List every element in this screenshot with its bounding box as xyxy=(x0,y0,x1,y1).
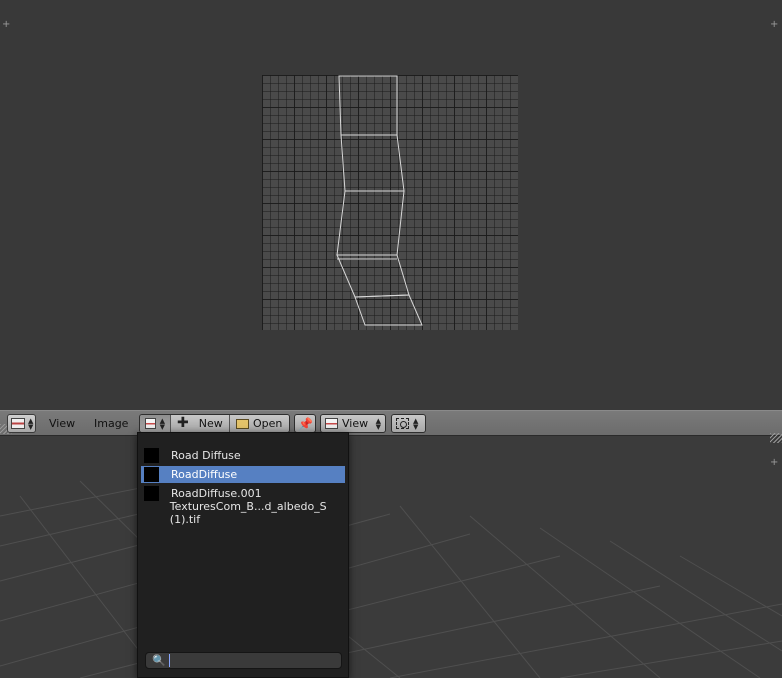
open-image-label: Open xyxy=(253,417,283,430)
viewport-floor-grid xyxy=(0,475,782,678)
pin-icon: 📌 xyxy=(298,416,313,431)
pivot-icon xyxy=(396,418,409,429)
chevron-updown-icon: ▲ ▼ xyxy=(159,416,165,431)
text-cursor xyxy=(168,654,170,667)
image-thumbnail xyxy=(144,486,159,501)
open-image-button[interactable]: Open xyxy=(230,415,289,432)
image-icon xyxy=(145,418,156,429)
mode-selector[interactable]: View ▲ ▼ xyxy=(320,414,386,433)
editor-type-icon xyxy=(11,418,25,429)
folder-icon xyxy=(236,418,250,429)
area-corner-plus-icon[interactable]: + xyxy=(770,20,778,30)
chevron-updown-icon: ▲ ▼ xyxy=(28,417,34,431)
uv-face[interactable] xyxy=(354,294,423,326)
editor-type-selector[interactable]: ▲ ▼ xyxy=(7,414,36,433)
image-list-item[interactable]: TexturesCom_B...d_albedo_S (1).tif xyxy=(141,500,345,526)
menu-image[interactable]: Image xyxy=(94,414,128,433)
area-corner-plus-icon[interactable]: + xyxy=(2,20,10,30)
pin-image-button[interactable]: 📌 xyxy=(294,414,316,433)
new-image-label: New xyxy=(198,417,223,430)
image-editor-header: ▲▼ View Image ▲▼ ✚ New Open 📌 View ▲▼ xyxy=(0,410,782,443)
image-thumbnail xyxy=(144,505,158,520)
uv-face[interactable] xyxy=(336,190,405,256)
image-list-item-label: Road Diffuse xyxy=(171,449,241,462)
pivot-selector[interactable]: ▲ ▼ xyxy=(391,414,426,433)
area-split-handle[interactable] xyxy=(770,433,782,443)
image-list-item[interactable]: RoadDiffuse xyxy=(141,466,345,483)
image-thumbnail xyxy=(144,467,159,482)
image-list-item-label: RoadDiffuse xyxy=(171,468,238,481)
menu-view[interactable]: View xyxy=(49,414,75,433)
image-list-item-label: TexturesCom_B...d_albedo_S (1).tif xyxy=(169,499,327,526)
new-image-button[interactable]: ✚ New xyxy=(171,415,231,432)
plus-icon: ✚ xyxy=(177,415,189,431)
uv-wireframe[interactable] xyxy=(262,75,518,330)
image-browse-button[interactable]: ▲ ▼ xyxy=(140,415,171,432)
search-icon: 🔍 xyxy=(152,654,166,667)
uv-grid-canvas[interactable] xyxy=(262,75,518,330)
uv-image-editor[interactable]: + + xyxy=(0,0,782,410)
uv-face[interactable] xyxy=(340,134,405,192)
blender-window: + + + ▲ ▼ View Image ▲ ▼ ✚ New Open 📌 Vi… xyxy=(0,0,782,678)
image-thumbnail xyxy=(144,448,159,463)
image-datablock-group: ▲ ▼ ✚ New Open xyxy=(139,414,290,433)
mode-selector-label: View xyxy=(342,417,369,430)
image-list-item-label: RoadDiffuse.001 xyxy=(171,487,262,500)
uv-face[interactable] xyxy=(336,254,410,298)
chevron-updown-icon: ▲ ▼ xyxy=(413,416,419,431)
chevron-updown-icon: ▲ ▼ xyxy=(375,416,381,431)
image-search-field[interactable]: 🔍 xyxy=(145,652,342,669)
uv-face[interactable] xyxy=(338,75,398,136)
image-view-icon xyxy=(325,418,338,429)
3d-viewport[interactable]: + xyxy=(0,436,782,678)
image-browse-dropdown: Road Diffuse RoadDiffuse RoadDiffuse.001… xyxy=(137,432,349,678)
area-corner-plus-icon[interactable]: + xyxy=(770,458,778,468)
image-list-item[interactable]: Road Diffuse xyxy=(141,447,345,464)
